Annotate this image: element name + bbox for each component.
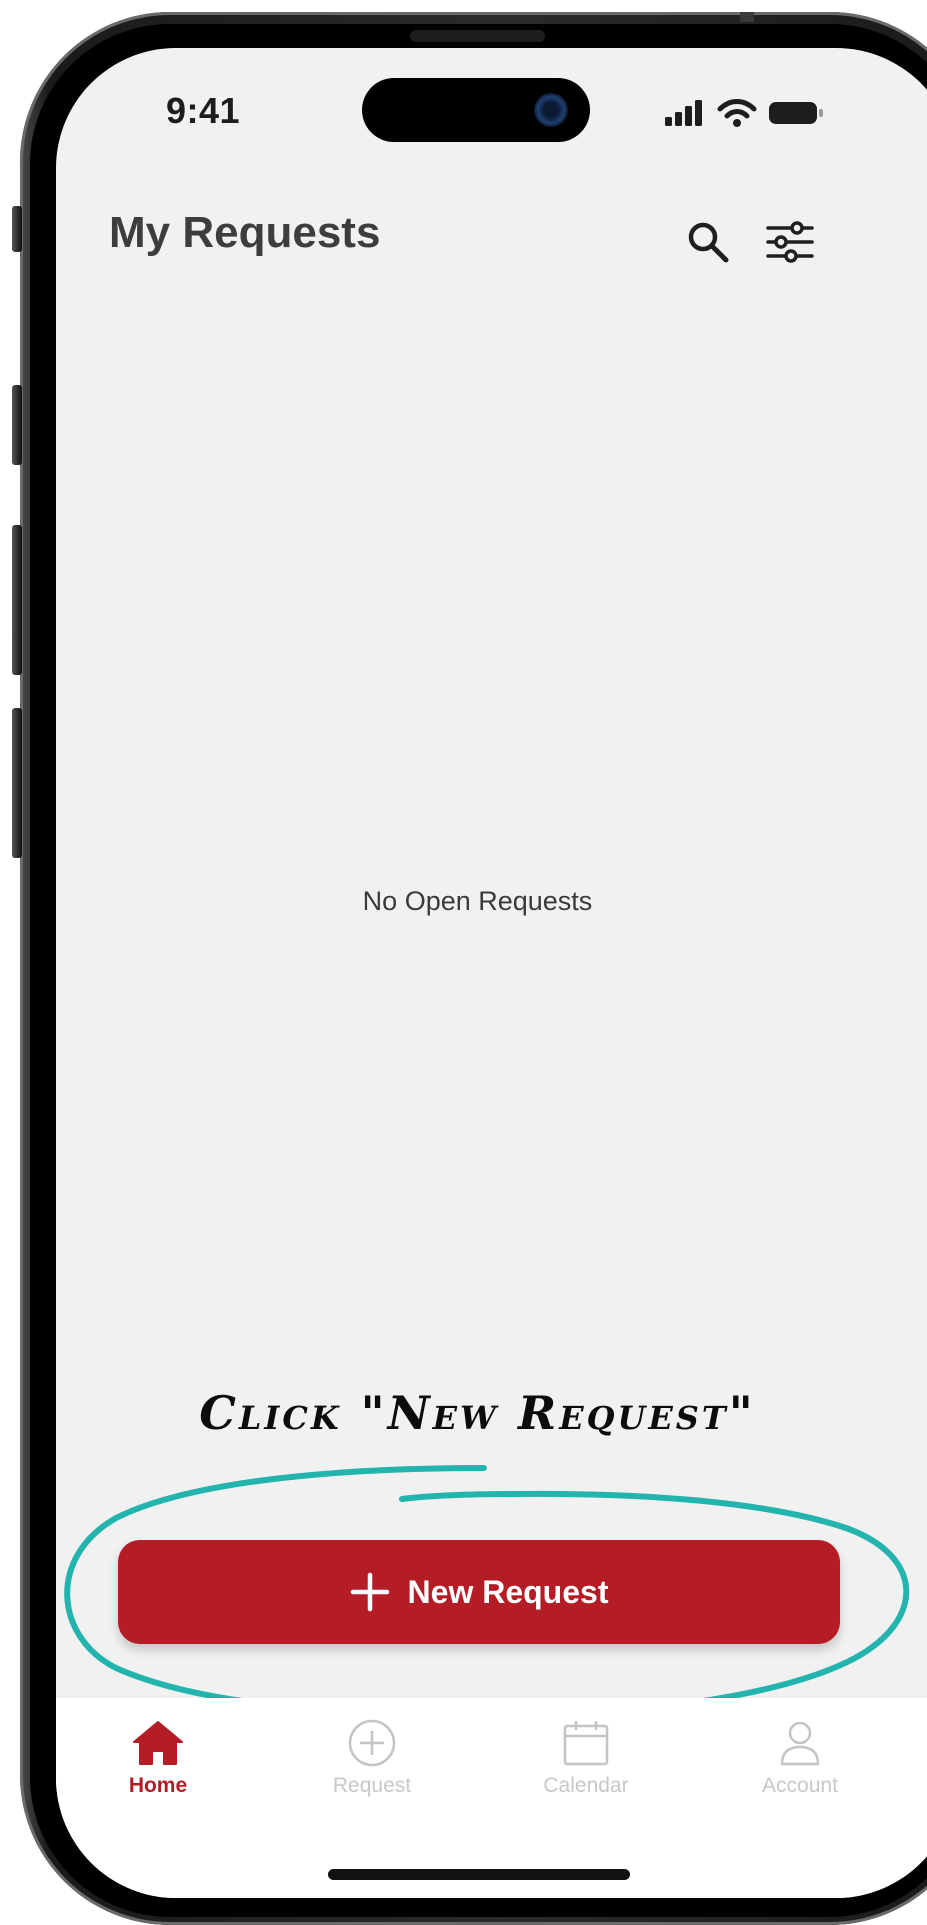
tab-account[interactable]: Account (730, 1718, 870, 1798)
tab-home[interactable]: Home (88, 1718, 228, 1798)
home-indicator[interactable] (328, 1869, 630, 1880)
cellular-signal-icon (665, 100, 702, 126)
action-button (12, 206, 22, 252)
new-request-button[interactable]: New Request (118, 1540, 840, 1644)
dynamic-island (362, 78, 590, 142)
earpiece-speaker (410, 30, 545, 42)
calendar-icon (563, 1721, 609, 1766)
volume-up-button (12, 525, 22, 675)
front-camera (534, 93, 568, 127)
empty-state-message: No Open Requests (362, 886, 593, 916)
tab-calendar-label: Calendar (543, 1774, 629, 1797)
annotation-callout: Click "New Request" (199, 1386, 756, 1440)
search-icon (688, 222, 729, 263)
tab-request-label: Request (332, 1774, 412, 1797)
tab-request[interactable]: Request (302, 1718, 442, 1798)
home-icon (133, 1721, 183, 1765)
filter-button[interactable] (762, 214, 818, 270)
wifi-icon (717, 99, 757, 127)
status-icons (663, 98, 825, 128)
device-mockup: 9:41 My Requests No Open Requests Click … (0, 0, 927, 1925)
status-time: 9:41 (166, 90, 241, 131)
battery-icon (769, 102, 823, 124)
tab-account-label: Account (762, 1774, 838, 1797)
app-screen: 9:41 My Requests No Open Requests Click … (56, 48, 927, 1898)
new-request-button-label: New Request (407, 1573, 609, 1610)
plus-circle-icon (348, 1719, 396, 1767)
page-title: My Requests (109, 208, 381, 257)
tab-calendar[interactable]: Calendar (516, 1718, 656, 1798)
user-icon (780, 1721, 820, 1766)
tab-home-label: Home (128, 1774, 188, 1797)
plus-icon (350, 1572, 389, 1612)
antenna-band (740, 12, 754, 22)
sliders-icon (766, 221, 814, 263)
search-button[interactable] (680, 214, 736, 270)
bottom-tab-bar: Home Request Calendar Account (56, 1698, 927, 1898)
mute-switch (12, 385, 22, 465)
volume-down-button (12, 708, 22, 858)
